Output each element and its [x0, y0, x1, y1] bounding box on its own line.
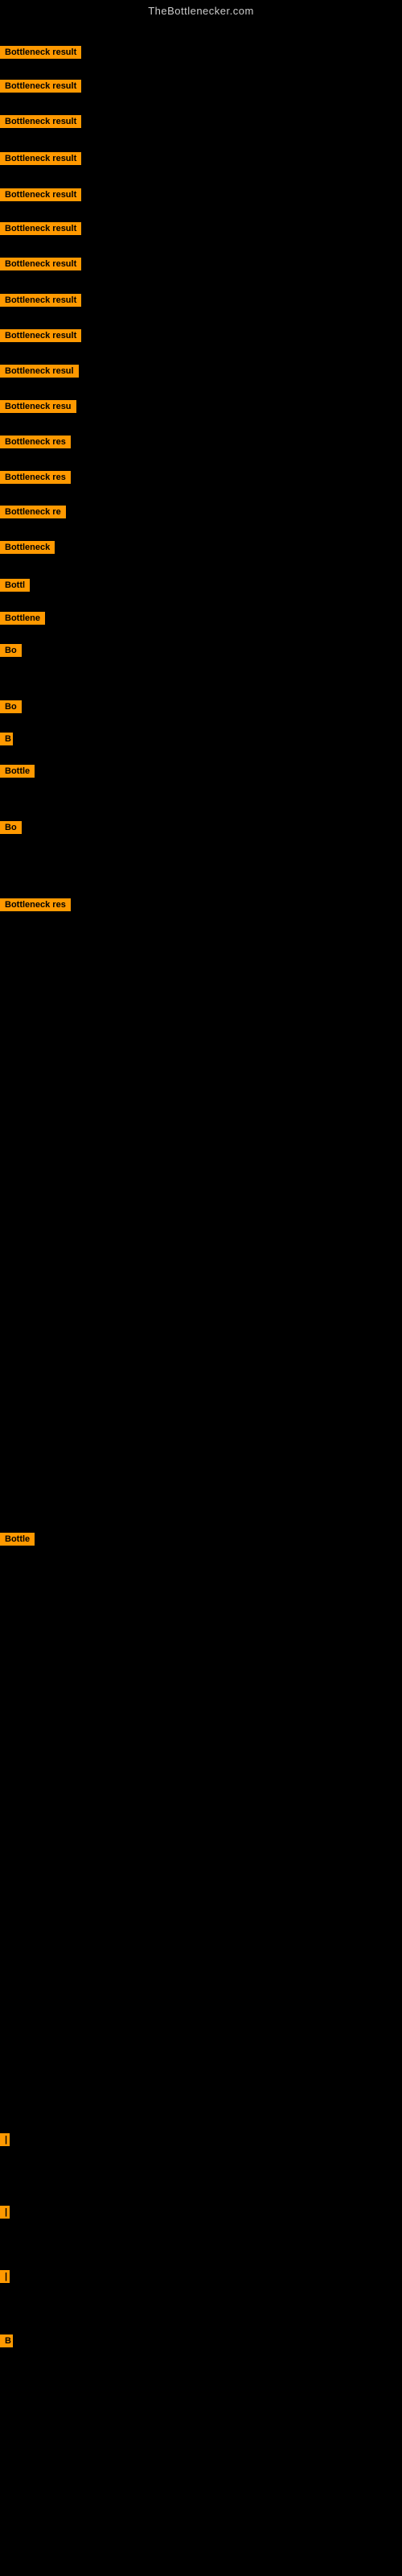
bottleneck-badge-9[interactable]: Bottleneck resul: [0, 365, 79, 382]
bottleneck-badge-11[interactable]: Bottleneck res: [0, 436, 71, 452]
bottleneck-badge-12[interactable]: Bottleneck res: [0, 471, 71, 488]
bottleneck-badge-0[interactable]: Bottleneck result: [0, 46, 81, 63]
bottleneck-badge-7[interactable]: Bottleneck result: [0, 294, 81, 311]
bottleneck-badge-2[interactable]: Bottleneck result: [0, 115, 81, 132]
bottleneck-badge-27[interactable]: B: [0, 2334, 13, 2351]
bottleneck-badge-24[interactable]: |: [0, 2133, 8, 2150]
bottleneck-badge-6[interactable]: Bottleneck result: [0, 258, 81, 275]
bottleneck-badge-8[interactable]: Bottleneck result: [0, 329, 81, 346]
bottleneck-badge-14[interactable]: Bottleneck: [0, 541, 55, 558]
site-title: TheBottlenecker.com: [0, 0, 402, 20]
bottleneck-badge-19[interactable]: B: [0, 733, 13, 749]
bottleneck-badge-5[interactable]: Bottleneck result: [0, 222, 81, 239]
bottleneck-badge-23[interactable]: Bottle: [0, 1533, 35, 1550]
bottleneck-badge-15[interactable]: Bottl: [0, 579, 30, 596]
bottleneck-badge-26[interactable]: |: [0, 2270, 8, 2287]
bottleneck-badge-25[interactable]: |: [0, 2206, 8, 2223]
bottleneck-badge-4[interactable]: Bottleneck result: [0, 188, 81, 205]
bottleneck-badge-10[interactable]: Bottleneck resu: [0, 400, 76, 417]
bottleneck-badge-16[interactable]: Bottlene: [0, 612, 45, 629]
bottleneck-badge-13[interactable]: Bottleneck re: [0, 506, 66, 522]
bottleneck-badge-21[interactable]: Bo: [0, 821, 22, 838]
bottleneck-badge-18[interactable]: Bo: [0, 700, 22, 717]
bottleneck-badge-22[interactable]: Bottleneck res: [0, 898, 71, 915]
bottleneck-badge-3[interactable]: Bottleneck result: [0, 152, 81, 169]
bottleneck-badge-1[interactable]: Bottleneck result: [0, 80, 81, 97]
bottleneck-badge-17[interactable]: Bo: [0, 644, 22, 661]
bottleneck-badge-20[interactable]: Bottle: [0, 765, 35, 782]
